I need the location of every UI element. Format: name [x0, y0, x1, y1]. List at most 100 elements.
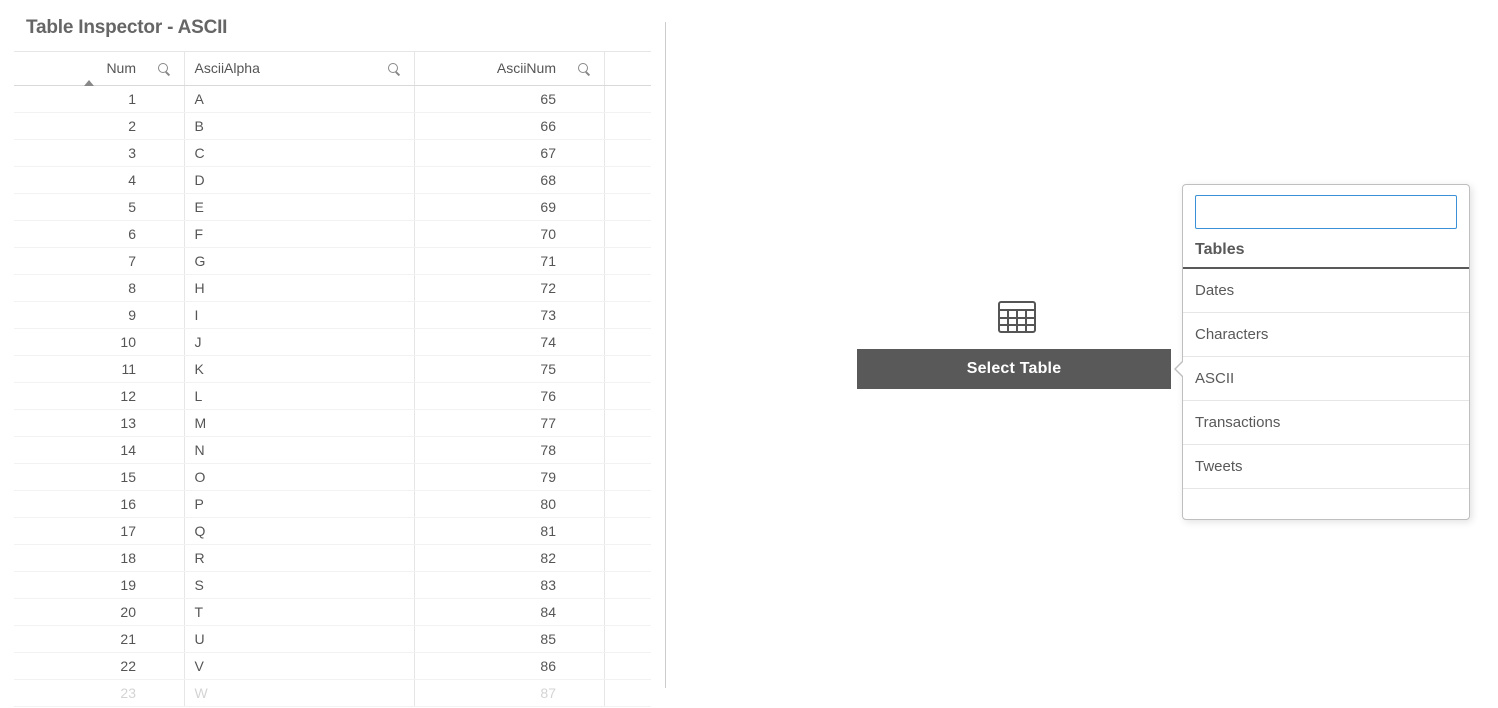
cell-asciinum: 67: [414, 139, 564, 166]
table-row[interactable]: 9I73: [14, 301, 651, 328]
select-table-button[interactable]: Select Table: [857, 349, 1171, 389]
cell-pad: [374, 139, 414, 166]
cell-num: 9: [14, 301, 144, 328]
cell-pad: [564, 382, 604, 409]
cell-pad: [144, 625, 184, 652]
cell-pad: [144, 85, 184, 112]
tables-list-item[interactable]: Tweets: [1183, 445, 1469, 489]
cell-pad: [144, 220, 184, 247]
cell-num: 11: [14, 355, 144, 382]
table-row[interactable]: 13M77: [14, 409, 651, 436]
cell-asciinum: 76: [414, 382, 564, 409]
cell-pad: [374, 328, 414, 355]
col-alpha-search[interactable]: [374, 52, 414, 85]
search-icon: [157, 62, 171, 76]
cell-pad: [564, 220, 604, 247]
cell-pad: [374, 382, 414, 409]
cell-pad: [374, 544, 414, 571]
table-icon: [998, 301, 1036, 333]
search-icon: [387, 62, 401, 76]
cell-pad: [564, 355, 604, 382]
popover-pointer-inner: [1176, 361, 1184, 377]
col-header-num[interactable]: Num: [14, 52, 144, 85]
cell-asciinum: 82: [414, 544, 564, 571]
table-row[interactable]: 16P80: [14, 490, 651, 517]
table-row[interactable]: 15O79: [14, 463, 651, 490]
cell-num: 20: [14, 598, 144, 625]
cell-pad: [564, 247, 604, 274]
table-row[interactable]: 12L76: [14, 382, 651, 409]
table-row[interactable]: 5 E 69: [14, 193, 651, 220]
cell-spacer: [604, 652, 651, 679]
table-row[interactable]: 20T84: [14, 598, 651, 625]
cell-alpha: E: [184, 193, 374, 220]
col-header-asciinum[interactable]: AsciiNum: [414, 52, 564, 85]
cell-pad: [374, 193, 414, 220]
search-icon: [577, 62, 591, 76]
cell-pad: [374, 436, 414, 463]
cell-alpha: U: [184, 625, 374, 652]
cell-spacer: [604, 598, 651, 625]
table-row[interactable]: 10J74: [14, 328, 651, 355]
tables-list-item[interactable]: Transactions: [1183, 401, 1469, 445]
table-row[interactable]: 4D68: [14, 166, 651, 193]
cell-pad: [564, 490, 604, 517]
cell-alpha: D: [184, 166, 374, 193]
table-row[interactable]: 8H72: [14, 274, 651, 301]
cell-pad: [144, 571, 184, 598]
tables-list: DatesCharactersASCIITransactionsTweets: [1183, 269, 1469, 489]
tables-list-item[interactable]: Dates: [1183, 269, 1469, 313]
col-header-alpha[interactable]: AsciiAlpha: [184, 52, 374, 85]
col-asciinum-search[interactable]: [564, 52, 604, 85]
table-row[interactable]: 1A65: [14, 85, 651, 112]
cell-asciinum: 84: [414, 598, 564, 625]
tables-search-input[interactable]: [1195, 195, 1457, 229]
cell-num: 5: [14, 193, 144, 220]
cell-pad: [144, 382, 184, 409]
cell-alpha: Q: [184, 517, 374, 544]
table-row[interactable]: 2B66: [14, 112, 651, 139]
table-row[interactable]: 21U85: [14, 625, 651, 652]
cell-num: 23: [14, 679, 144, 706]
cell-pad: [374, 571, 414, 598]
cell-pad: [564, 85, 604, 112]
cell-pad: [144, 193, 184, 220]
data-table-wrap: Num AsciiAlpha AsciiNum: [14, 51, 651, 707]
cell-pad: [144, 544, 184, 571]
popover-heading: Tables: [1183, 237, 1469, 269]
cell-pad: [374, 625, 414, 652]
tables-list-item[interactable]: ASCII: [1183, 357, 1469, 401]
cell-alpha: S: [184, 571, 374, 598]
cell-pad: [564, 679, 604, 706]
tables-list-item[interactable]: Characters: [1183, 313, 1469, 357]
table-row[interactable]: 22V86: [14, 652, 651, 679]
table-row[interactable]: 19S83: [14, 571, 651, 598]
sort-ascending-icon: [84, 80, 94, 86]
cell-num: 4: [14, 166, 144, 193]
table-row[interactable]: 14N78: [14, 436, 651, 463]
cell-alpha: B: [184, 112, 374, 139]
cell-pad: [144, 301, 184, 328]
cell-spacer: [604, 220, 651, 247]
cell-pad: [144, 247, 184, 274]
table-row[interactable]: 23W87: [14, 679, 651, 706]
left-pane: Table Inspector - ASCII Num: [0, 0, 665, 708]
cell-num: 19: [14, 571, 144, 598]
page-title: Table Inspector - ASCII: [26, 17, 651, 39]
table-row[interactable]: 3C67: [14, 139, 651, 166]
cell-alpha: C: [184, 139, 374, 166]
cell-asciinum: 87: [414, 679, 564, 706]
table-row[interactable]: 17Q81: [14, 517, 651, 544]
table-row[interactable]: 6F70: [14, 220, 651, 247]
table-row[interactable]: 18R82: [14, 544, 651, 571]
cell-asciinum: 80: [414, 490, 564, 517]
cell-num: 17: [14, 517, 144, 544]
cell-pad: [144, 112, 184, 139]
table-row[interactable]: 7G71: [14, 247, 651, 274]
cell-asciinum: 69: [414, 193, 564, 220]
col-num-search[interactable]: [144, 52, 184, 85]
col-header-num-label: Num: [106, 60, 136, 76]
cell-pad: [144, 328, 184, 355]
cell-spacer: [604, 193, 651, 220]
table-row[interactable]: 11K75: [14, 355, 651, 382]
